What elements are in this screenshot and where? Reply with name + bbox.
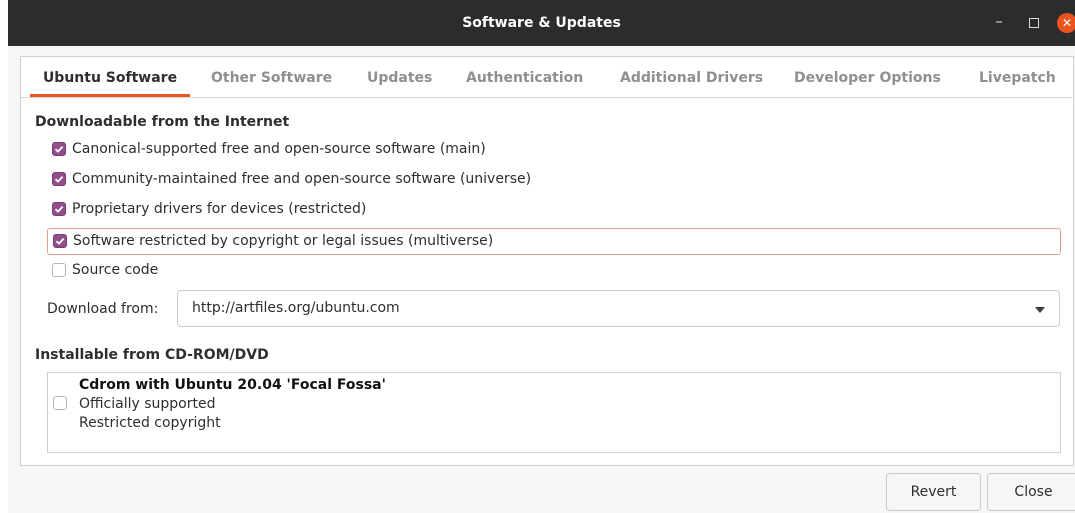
option-restricted-label: Proprietary drivers for devices (restric…	[72, 201, 367, 217]
window-title: Software & Updates	[462, 15, 621, 31]
cdrom-list: Cdrom with Ubuntu 20.04 'Focal Fossa' Of…	[47, 372, 1061, 453]
checkbox-restricted[interactable]	[52, 202, 66, 216]
checkmark-icon	[54, 175, 64, 183]
option-source-code-label: Source code	[72, 262, 159, 278]
maximize-icon[interactable]	[1029, 18, 1039, 28]
cdrom-copyright: Restricted copyright	[79, 415, 221, 431]
checkmark-icon	[55, 237, 65, 245]
checkbox-main[interactable]	[52, 142, 66, 156]
option-restricted[interactable]: Proprietary drivers for devices (restric…	[47, 197, 1061, 224]
tab-additional-drivers[interactable]: Additional Drivers	[620, 57, 763, 97]
download-server-value: http://artfiles.org/ubuntu.com	[192, 300, 400, 316]
option-multiverse[interactable]: Software restricted by copyright or lega…	[47, 228, 1061, 255]
download-server-dropdown[interactable]: http://artfiles.org/ubuntu.com	[177, 290, 1060, 327]
option-multiverse-label: Software restricted by copyright or lega…	[73, 233, 494, 249]
tab-livepatch[interactable]: Livepatch	[979, 57, 1056, 97]
option-universe[interactable]: Community-maintained free and open-sourc…	[47, 167, 1061, 194]
cdrom-title: Cdrom with Ubuntu 20.04 'Focal Fossa'	[79, 377, 386, 393]
option-main-label: Canonical-supported free and open-source…	[72, 141, 486, 157]
close-window-icon[interactable]: ✕	[1057, 13, 1075, 33]
checkbox-source-code[interactable]	[52, 263, 66, 277]
chevron-down-icon	[1035, 307, 1045, 313]
download-from-label: Download from:	[47, 301, 159, 317]
title-bar: Software & Updates – ✕	[8, 0, 1075, 46]
close-button[interactable]: Close	[987, 473, 1075, 511]
revert-button[interactable]: Revert	[886, 473, 981, 511]
cdrom-section-heading: Installable from CD-ROM/DVD	[35, 347, 269, 363]
internet-section-heading: Downloadable from the Internet	[35, 114, 290, 130]
minimize-icon[interactable]: –	[992, 12, 1006, 30]
checkbox-universe[interactable]	[52, 172, 66, 186]
tab-ubuntu-software[interactable]: Ubuntu Software	[30, 57, 190, 97]
tab-other-software[interactable]: Other Software	[211, 57, 332, 97]
tab-developer-options[interactable]: Developer Options	[794, 57, 941, 97]
cdrom-support: Officially supported	[79, 396, 216, 412]
checkmark-icon	[54, 205, 64, 213]
option-universe-label: Community-maintained free and open-sourc…	[72, 171, 532, 187]
tab-authentication[interactable]: Authentication	[466, 57, 583, 97]
checkbox-multiverse[interactable]	[53, 234, 67, 248]
option-source-code[interactable]: Source code	[47, 258, 1061, 285]
option-main[interactable]: Canonical-supported free and open-source…	[47, 137, 1061, 164]
checkmark-icon	[54, 145, 64, 153]
tab-bar: Ubuntu Software Other Software Updates A…	[21, 57, 1073, 98]
checkbox-cdrom[interactable]	[53, 396, 67, 410]
tab-updates[interactable]: Updates	[367, 57, 432, 97]
